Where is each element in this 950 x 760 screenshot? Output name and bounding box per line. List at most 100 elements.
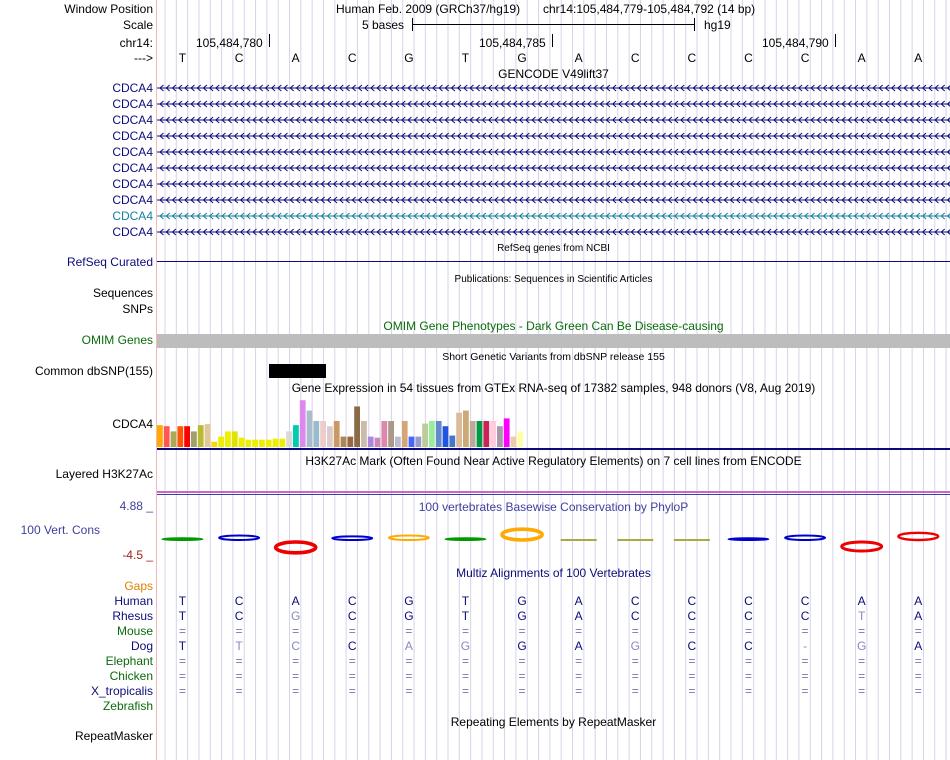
multiz-base: = bbox=[461, 624, 469, 638]
multiz-base: C bbox=[744, 639, 753, 653]
multiz-base: = bbox=[292, 684, 300, 698]
multiz-base: = bbox=[518, 654, 526, 668]
multiz-base: C bbox=[347, 609, 357, 623]
multiz-base: C bbox=[347, 594, 357, 608]
multiz-base: = bbox=[348, 654, 356, 668]
multiz-base: C bbox=[744, 594, 753, 608]
multiz-base: T bbox=[461, 594, 470, 608]
phylop-base-logo bbox=[673, 539, 710, 541]
multiz-base: = bbox=[858, 684, 866, 698]
multiz-base: A bbox=[574, 639, 583, 653]
multiz-base: = bbox=[518, 624, 526, 638]
multiz-base: T bbox=[178, 609, 187, 623]
multiz-base: = bbox=[292, 654, 300, 668]
multiz-base: = bbox=[744, 684, 752, 698]
multiz-base: = bbox=[631, 624, 639, 638]
multiz-base: = bbox=[914, 654, 922, 668]
multiz-base: = bbox=[518, 684, 526, 698]
multiz-base: C bbox=[687, 594, 697, 608]
multiz-base: T bbox=[461, 609, 470, 623]
multiz-base: G bbox=[517, 639, 527, 653]
multiz-base: = bbox=[801, 624, 809, 638]
phylop-base-logo bbox=[784, 534, 827, 541]
multiz-base: A bbox=[914, 639, 923, 653]
multiz-base: = bbox=[688, 684, 696, 698]
multiz-base: = bbox=[631, 684, 639, 698]
multiz-base: = bbox=[292, 624, 300, 638]
multiz-base: = bbox=[858, 669, 866, 683]
multiz-base: = bbox=[178, 669, 186, 683]
multiz-base: C bbox=[234, 594, 244, 608]
multiz-base: = bbox=[292, 669, 300, 683]
multiz-base: = bbox=[518, 669, 526, 683]
phylop-base-logo bbox=[560, 539, 597, 541]
multiz-base: G bbox=[404, 609, 414, 623]
multiz-base: = bbox=[914, 684, 922, 698]
phylop-base-logo bbox=[727, 537, 770, 541]
multiz-base: = bbox=[461, 654, 469, 668]
multiz-base: = bbox=[744, 654, 752, 668]
multiz-base: = bbox=[858, 654, 866, 668]
multiz-base: C bbox=[800, 609, 810, 623]
phylop-base-logo bbox=[840, 540, 884, 553]
multiz-base: G bbox=[517, 594, 527, 608]
multiz-base: A bbox=[404, 639, 413, 653]
multiz-base: = bbox=[575, 624, 583, 638]
multiz-base: = bbox=[801, 684, 809, 698]
multiz-base: = bbox=[801, 654, 809, 668]
multiz-base: T bbox=[235, 639, 243, 653]
multiz-base: = bbox=[688, 624, 696, 638]
multiz-base: = bbox=[461, 669, 469, 683]
multiz-base: C bbox=[630, 609, 640, 623]
multiz-base: C bbox=[347, 639, 357, 653]
multiz-base: = bbox=[235, 654, 243, 668]
multiz-base: = bbox=[178, 684, 186, 698]
multiz-base: = bbox=[575, 654, 583, 668]
multiz-base: T bbox=[178, 639, 187, 653]
multiz-base: = bbox=[178, 654, 186, 668]
phylop-base-logo bbox=[161, 537, 204, 541]
repeatmasker-title: Repeating Elements by RepeatMasker bbox=[450, 715, 657, 729]
multiz-base: A bbox=[574, 609, 583, 623]
track-area[interactable]: Human Feb. 2009 (GRCh37/hg19) chr14:105,… bbox=[0, 0, 950, 760]
multiz-base: = bbox=[405, 654, 413, 668]
multiz-base: = bbox=[348, 624, 356, 638]
multiz-base: = bbox=[631, 654, 639, 668]
multiz-base: - bbox=[803, 639, 808, 653]
multiz-base: G bbox=[404, 594, 414, 608]
multiz-base: = bbox=[405, 684, 413, 698]
multiz-base: = bbox=[235, 624, 243, 638]
multiz-base: C bbox=[234, 609, 244, 623]
phylop-base-logo bbox=[387, 534, 430, 541]
multiz-base: C bbox=[687, 639, 697, 653]
phylop-base-logo bbox=[500, 527, 544, 542]
multiz-base: G bbox=[856, 639, 867, 653]
multiz-base: C bbox=[687, 609, 697, 623]
multiz-base: = bbox=[348, 684, 356, 698]
phylop-logo-track[interactable] bbox=[0, 0, 950, 565]
multiz-title: Multiz Alignments of 100 Vertebrates bbox=[456, 566, 651, 580]
multiz-base: = bbox=[914, 669, 922, 683]
multiz-base: A bbox=[291, 594, 300, 608]
multiz-base: = bbox=[575, 669, 583, 683]
multiz-base: = bbox=[235, 669, 243, 683]
multiz-base: = bbox=[801, 669, 809, 683]
multiz-base: = bbox=[688, 654, 696, 668]
multiz-base: = bbox=[575, 684, 583, 698]
phylop-base-logo bbox=[617, 539, 654, 541]
multiz-base: C bbox=[800, 594, 810, 608]
multiz-base: A bbox=[914, 609, 923, 623]
multiz-base: C bbox=[744, 609, 753, 623]
multiz-base: T bbox=[178, 594, 187, 608]
multiz-base: T bbox=[857, 609, 866, 623]
multiz-base: = bbox=[858, 624, 866, 638]
multiz-base: C bbox=[630, 594, 640, 608]
multiz-base: = bbox=[348, 669, 356, 683]
multiz-base: A bbox=[914, 594, 923, 608]
multiz-base: G bbox=[517, 609, 527, 623]
phylop-base-logo bbox=[218, 534, 261, 541]
multiz-base: = bbox=[235, 684, 243, 698]
multiz-base: A bbox=[574, 594, 583, 608]
multiz-base: A bbox=[857, 594, 866, 608]
multiz-base: = bbox=[744, 669, 752, 683]
